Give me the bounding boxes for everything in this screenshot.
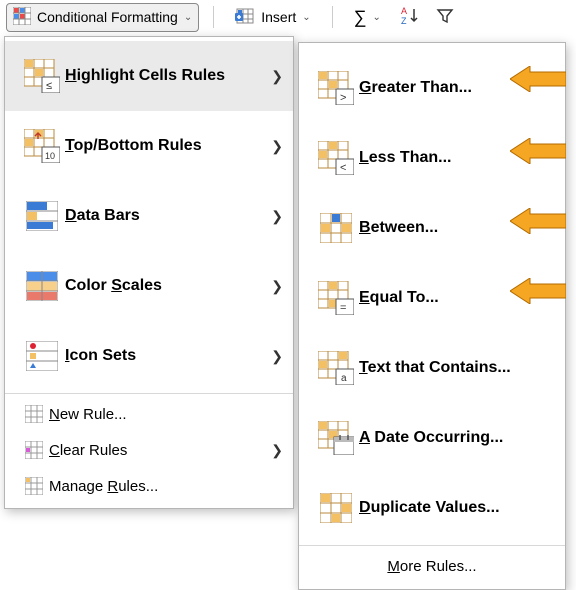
- conditional-formatting-icon: [13, 7, 31, 28]
- submenu-item-label: Greater Than...: [359, 79, 555, 97]
- chevron-right-icon: ❯: [271, 442, 283, 459]
- svg-text:≤: ≤: [46, 80, 52, 92]
- data-bars-icon: [19, 201, 65, 231]
- chevron-right-icon: ❯: [271, 278, 283, 295]
- menu-item-highlight-cells-rules[interactable]: ≤ Highlight Cells Rules ❯: [5, 41, 293, 111]
- chevron-right-icon: ❯: [271, 208, 283, 225]
- dropdown-caret-icon: ⌄: [184, 12, 192, 23]
- svg-text:>: >: [340, 92, 346, 104]
- menu-item-label: Manage Rules...: [49, 478, 283, 495]
- highlight-cells-icon: ≤: [19, 59, 65, 93]
- greater-than-icon: >: [313, 71, 359, 105]
- less-than-icon: <: [313, 141, 359, 175]
- svg-text:<: <: [340, 162, 346, 174]
- conditional-formatting-label: Conditional Formatting: [37, 9, 178, 25]
- submenu-item-more-rules[interactable]: More Rules...: [299, 548, 565, 585]
- icon-sets-icon: [19, 341, 65, 371]
- svg-text:10: 10: [45, 151, 55, 161]
- submenu-item-label: Equal To...: [359, 289, 555, 307]
- submenu-item-label: A Date Occurring...: [359, 429, 555, 447]
- menu-item-label: Highlight Cells Rules: [65, 67, 265, 85]
- menu-item-data-bars[interactable]: Data Bars ❯: [5, 181, 293, 251]
- ribbon-toolbar: Conditional Formatting ⌄ Insert ⌄ ∑ ⌄: [0, 0, 576, 34]
- submenu-item-label: Text that Contains...: [359, 359, 555, 377]
- submenu-item-label: Duplicate Values...: [359, 499, 555, 517]
- highlight-cells-submenu: > Greater Than... < Less Than...: [298, 42, 566, 590]
- color-scales-icon: [19, 271, 65, 301]
- submenu-item-label: More Rules...: [387, 558, 476, 575]
- svg-text:Z: Z: [401, 16, 407, 26]
- menu-separator: [5, 393, 293, 394]
- menu-item-clear-rules[interactable]: Clear Rules ❯: [5, 432, 293, 468]
- submenu-item-label: Less Than...: [359, 149, 555, 167]
- sigma-icon: ∑: [354, 7, 367, 28]
- menu-item-color-scales[interactable]: Color Scales ❯: [5, 251, 293, 321]
- new-rule-icon: [19, 405, 49, 423]
- submenu-item-between[interactable]: Between...: [299, 193, 565, 263]
- dropdown-caret-icon: ⌄: [302, 12, 310, 23]
- menu-item-label: Icon Sets: [65, 347, 265, 365]
- toolbar-divider: [332, 6, 333, 28]
- sort-az-icon: A Z: [399, 5, 421, 30]
- submenu-item-equal-to[interactable]: = Equal To...: [299, 263, 565, 333]
- between-icon: [313, 213, 359, 243]
- conditional-formatting-menu: ≤ Highlight Cells Rules ❯ 10 Top/Bottom …: [4, 36, 294, 509]
- insert-icon: [235, 7, 255, 28]
- sum-button[interactable]: ∑ ⌄: [347, 3, 388, 32]
- menu-item-top-bottom-rules[interactable]: 10 Top/Bottom Rules ❯: [5, 111, 293, 181]
- menu-item-new-rule[interactable]: New Rule...: [5, 396, 293, 432]
- text-contains-icon: a: [313, 351, 359, 385]
- menu-item-manage-rules[interactable]: Manage Rules...: [5, 468, 293, 504]
- manage-rules-icon: [19, 477, 49, 495]
- chevron-right-icon: ❯: [271, 138, 283, 155]
- sort-button[interactable]: A Z: [396, 1, 424, 34]
- clear-rules-icon: [19, 441, 49, 459]
- duplicate-values-icon: [313, 493, 359, 523]
- submenu-item-less-than[interactable]: < Less Than...: [299, 123, 565, 193]
- svg-text:=: =: [340, 302, 346, 314]
- menu-item-label: Clear Rules: [49, 442, 271, 459]
- menu-item-icon-sets[interactable]: Icon Sets ❯: [5, 321, 293, 391]
- submenu-item-duplicate-values[interactable]: Duplicate Values...: [299, 473, 565, 543]
- filter-button[interactable]: [432, 2, 458, 33]
- toolbar-divider: [213, 6, 214, 28]
- svg-text:a: a: [341, 373, 347, 384]
- submenu-item-date-occurring[interactable]: A Date Occurring...: [299, 403, 565, 473]
- menu-item-label: New Rule...: [49, 406, 283, 423]
- insert-label: Insert: [261, 9, 296, 25]
- conditional-formatting-button[interactable]: Conditional Formatting ⌄: [6, 3, 199, 32]
- dropdown-caret-icon: ⌄: [373, 12, 381, 23]
- submenu-item-text-contains[interactable]: a Text that Contains...: [299, 333, 565, 403]
- menu-separator: [299, 545, 565, 546]
- filter-icon: [435, 6, 455, 29]
- menu-item-label: Data Bars: [65, 207, 265, 225]
- chevron-right-icon: ❯: [271, 68, 283, 85]
- top-bottom-icon: 10: [19, 129, 65, 163]
- menu-item-label: Top/Bottom Rules: [65, 137, 265, 155]
- menu-item-label: Color Scales: [65, 277, 265, 295]
- equal-to-icon: =: [313, 281, 359, 315]
- insert-button[interactable]: Insert ⌄: [228, 3, 317, 32]
- svg-text:A: A: [401, 6, 407, 16]
- date-occurring-icon: [313, 421, 359, 455]
- submenu-item-label: Between...: [359, 219, 555, 237]
- chevron-right-icon: ❯: [271, 348, 283, 365]
- submenu-item-greater-than[interactable]: > Greater Than...: [299, 53, 565, 123]
